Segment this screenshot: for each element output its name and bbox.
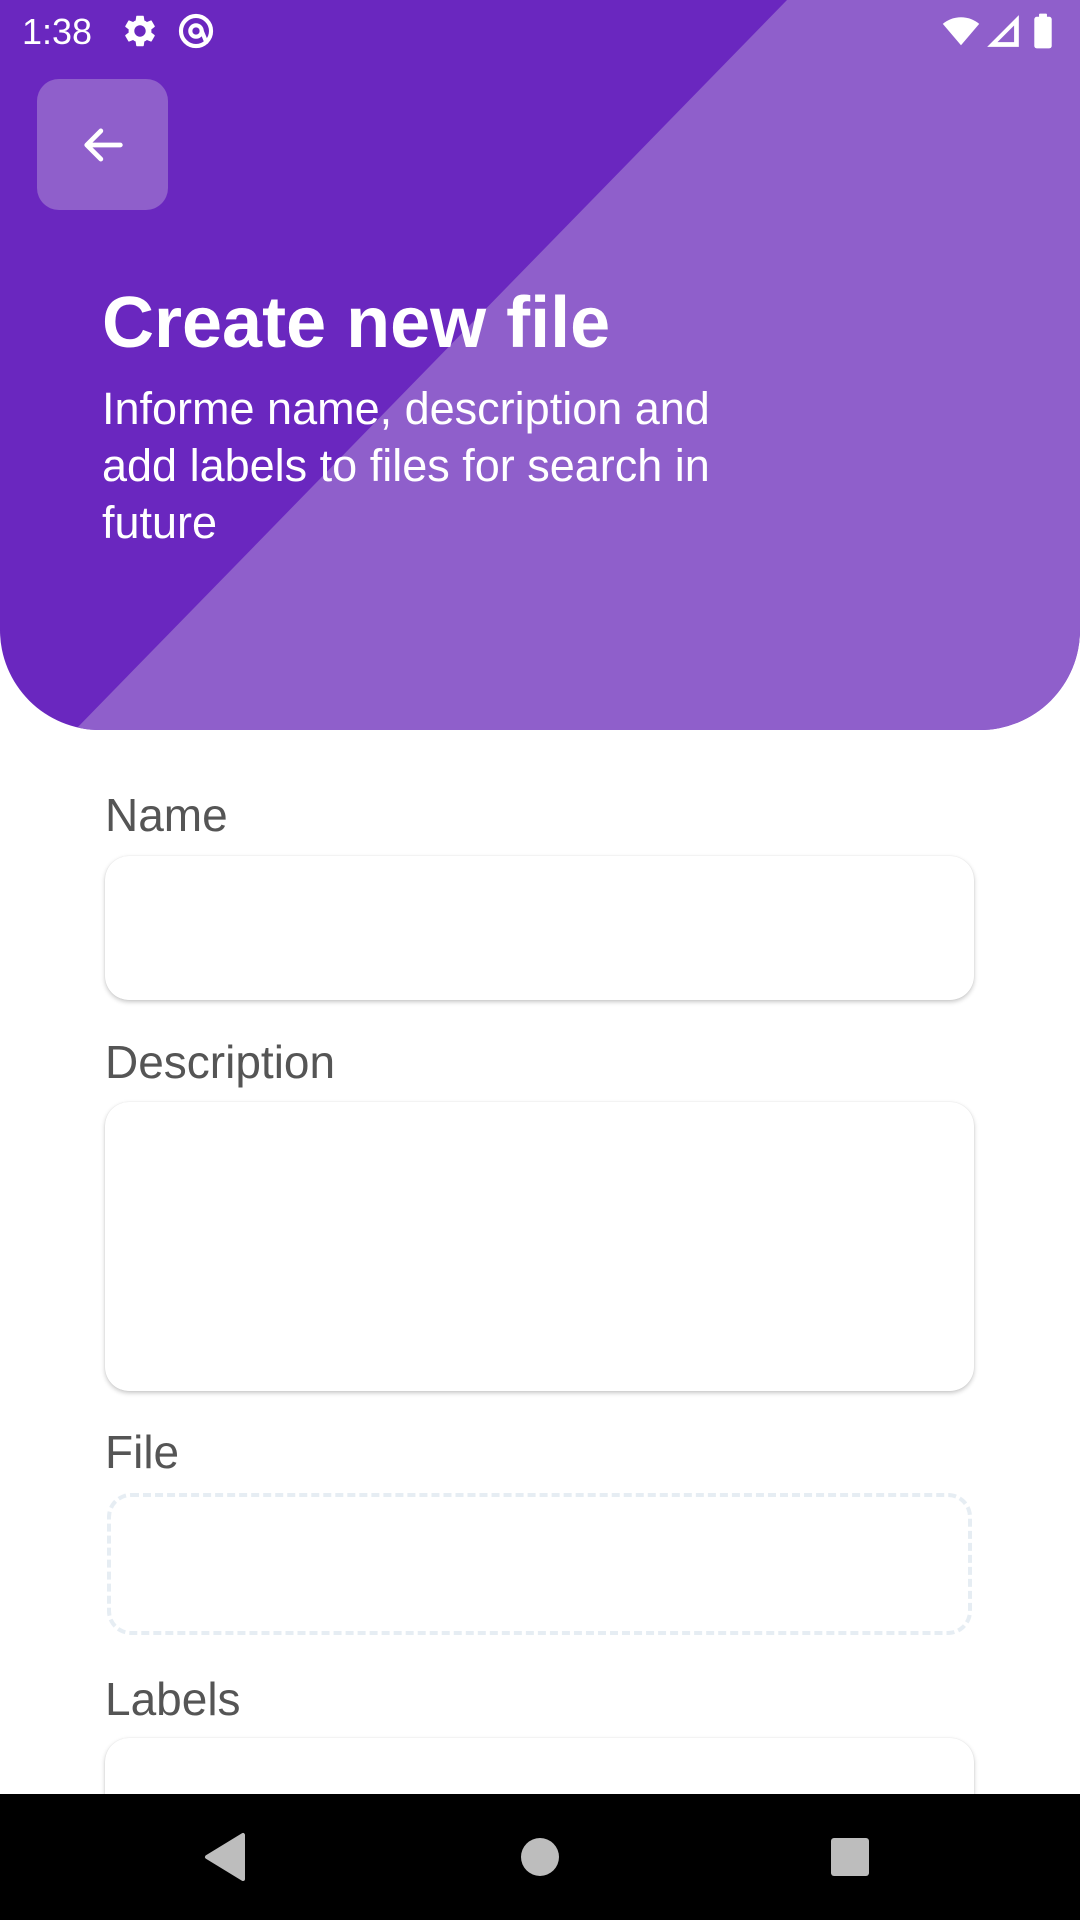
file-picker[interactable]	[107, 1493, 972, 1635]
nav-recents-button[interactable]	[815, 1822, 885, 1892]
name-field[interactable]	[105, 856, 974, 1000]
status-time: 1:38	[22, 11, 93, 52]
battery-icon	[1028, 12, 1058, 50]
description-label: Description	[105, 1036, 336, 1088]
file-label: File	[105, 1426, 180, 1478]
nav-home-button[interactable]	[505, 1822, 575, 1892]
name-input[interactable]	[105, 856, 974, 1000]
arrow-left-icon	[77, 119, 129, 171]
home-circle-icon	[518, 1835, 562, 1879]
page-title: Create new file	[102, 283, 611, 363]
recents-square-icon	[829, 1836, 871, 1878]
navigation-bar	[0, 1794, 1080, 1920]
labels-label: Labels	[105, 1673, 241, 1725]
page-subtitle: Informe name, description and add labels…	[102, 383, 710, 548]
signal-icon	[984, 12, 1022, 50]
at-sign-icon	[177, 12, 215, 50]
status-bar: 1:38	[0, 0, 1080, 64]
gear-icon	[121, 12, 159, 50]
nav-back-button[interactable]	[190, 1822, 260, 1892]
description-field[interactable]	[105, 1102, 974, 1391]
wifi-icon	[942, 12, 980, 50]
description-input[interactable]	[105, 1102, 974, 1391]
back-triangle-icon	[201, 1831, 249, 1883]
name-label: Name	[105, 789, 228, 841]
back-button[interactable]	[37, 79, 168, 210]
